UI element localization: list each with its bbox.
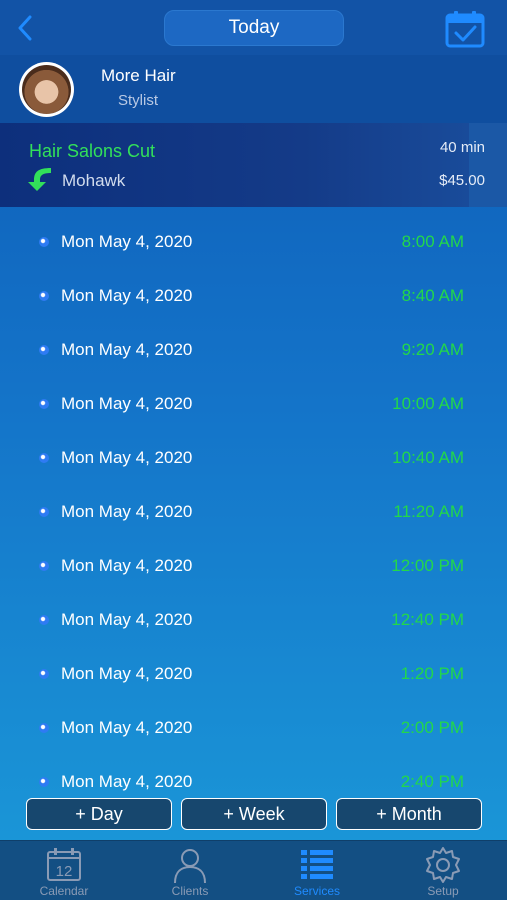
tab-services[interactable]: Services [254,841,380,900]
time-slot-row[interactable]: Mon May 4, 2020 2:40 PM [0,756,507,794]
time-slot-row[interactable]: Mon May 4, 2020 8:00 AM [0,216,507,270]
calendar-check-icon [445,11,485,48]
curved-arrow-icon [28,168,51,191]
bullet-icon [39,399,49,409]
service-accent-band [469,123,507,207]
slot-date: Mon May 4, 2020 [61,718,193,737]
slot-date: Mon May 4, 2020 [61,232,193,251]
today-button[interactable]: Today [164,10,344,46]
stylist-name: More Hair [101,66,176,85]
tab-clients[interactable]: Clients [127,841,253,900]
top-nav-bar: Today [0,0,507,55]
service-summary [0,123,507,207]
slot-time: 11:20 AM [393,502,464,521]
add-month-button[interactable]: + Month [336,798,482,830]
time-slot-list[interactable]: Mon May 4, 2020 8:00 AM Mon May 4, 2020 … [0,216,507,794]
slot-time: 12:40 PM [391,610,464,629]
slot-time: 2:00 PM [400,718,464,737]
bullet-icon [39,345,49,355]
time-slot-row[interactable]: Mon May 4, 2020 10:00 AM [0,378,507,432]
tab-label: Setup [427,884,459,898]
time-slot-row[interactable]: Mon May 4, 2020 12:40 PM [0,594,507,648]
slot-date: Mon May 4, 2020 [61,394,193,413]
bullet-icon [39,237,49,247]
time-slot-row[interactable]: Mon May 4, 2020 10:40 AM [0,432,507,486]
slot-time: 9:20 AM [401,340,464,359]
slot-time: 8:40 AM [401,286,464,305]
tab-label: Calendar [39,884,89,898]
tab-label: Clients [171,884,209,898]
service-duration: 40 min [439,139,485,156]
slot-date: Mon May 4, 2020 [61,448,193,467]
bullet-icon [39,723,49,733]
list-icon [301,850,333,879]
tab-calendar[interactable]: 12 Calendar [1,841,127,900]
bullet-icon [39,507,49,517]
tab-bar: 12 Calendar Clients Services Setup [0,840,507,900]
person-icon [174,849,206,884]
time-slot-row[interactable]: Mon May 4, 2020 12:00 PM [0,540,507,594]
calendar-icon: 12 [47,848,81,881]
service-style: Mohawk [62,171,126,190]
slot-date: Mon May 4, 2020 [61,556,193,575]
tab-label: Services [293,884,340,898]
stylist-role: Stylist [118,92,159,109]
avatar [19,62,74,117]
bullet-icon [39,291,49,301]
slot-date: Mon May 4, 2020 [61,772,193,791]
add-week-button[interactable]: + Week [181,798,327,830]
avatar-photo [22,65,71,114]
slot-time: 10:00 AM [392,394,464,413]
add-day-button[interactable]: + Day [26,798,172,830]
calendar-day-number: 12 [56,863,73,880]
slot-date: Mon May 4, 2020 [61,286,193,305]
bullet-icon [39,777,49,787]
service-price: $45.00 [439,172,485,189]
time-slot-row[interactable]: Mon May 4, 2020 11:20 AM [0,486,507,540]
slot-date: Mon May 4, 2020 [61,340,193,359]
tab-setup[interactable]: Setup [380,841,506,900]
bullet-icon [39,453,49,463]
slot-date: Mon May 4, 2020 [61,502,193,521]
slot-date: Mon May 4, 2020 [61,610,193,629]
time-slot-row[interactable]: Mon May 4, 2020 8:40 AM [0,270,507,324]
bullet-icon [39,561,49,571]
slot-time: 2:40 PM [400,772,464,791]
bullet-icon [39,669,49,679]
bullet-icon [39,615,49,625]
calendar-check-button[interactable] [445,10,485,48]
slot-time: 10:40 AM [392,448,464,467]
slot-date: Mon May 4, 2020 [61,664,193,683]
back-button[interactable] [10,12,40,44]
time-slot-row[interactable]: Mon May 4, 2020 2:00 PM [0,702,507,756]
slot-time: 1:20 PM [400,664,464,683]
chevron-left-icon [18,15,32,41]
time-slot-row[interactable]: Mon May 4, 2020 1:20 PM [0,648,507,702]
slot-time: 8:00 AM [401,232,464,251]
stylist-header [0,55,507,123]
slot-time: 12:00 PM [391,556,464,575]
time-slot-row[interactable]: Mon May 4, 2020 9:20 AM [0,324,507,378]
gear-icon [426,847,460,883]
service-name: Hair Salons Cut [29,141,156,161]
